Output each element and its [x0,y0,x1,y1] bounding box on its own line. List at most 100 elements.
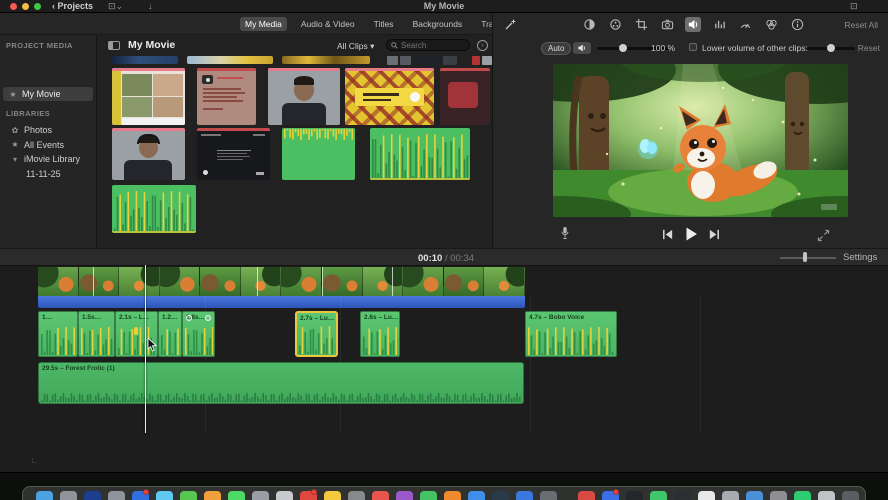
ducking-slider-knob[interactable] [827,44,835,52]
clip-settings-icon[interactable]: › [477,40,488,51]
dock-app-icon[interactable] [674,491,691,500]
audio-clip[interactable]: 2.7s – Lu… [295,311,338,357]
dock-app-icon[interactable] [348,491,365,500]
dock-app-icon[interactable] [204,491,221,500]
project-strip[interactable] [187,56,273,64]
window-action-icon[interactable]: ⊡ [850,1,858,12]
color-correction-icon[interactable] [607,17,623,32]
dock-app-icon[interactable] [84,491,101,500]
speed-icon[interactable] [737,17,753,32]
volume-icon[interactable] [685,17,701,32]
media-thumb-podcaster[interactable] [112,128,185,180]
search-input-box[interactable] [386,39,470,51]
mini-thumb[interactable] [413,56,441,65]
dock-app-icon[interactable] [396,491,413,500]
dock-app-icon[interactable] [492,491,509,500]
dock-app-icon[interactable] [540,491,557,500]
dock-app-icon[interactable] [516,491,533,500]
dock-app-icon[interactable] [698,491,715,500]
fade-handle[interactable] [205,315,211,321]
reset-all-button[interactable]: Reset All [844,20,878,30]
sidebar-item-my-movie[interactable]: ★ My Movie [3,87,93,101]
tab-my-media[interactable]: My Media [240,17,287,31]
dock-app-icon[interactable] [578,491,595,500]
timeline-zoom-slider[interactable] [780,257,836,259]
sidebar-item-11-11-25[interactable]: 11-11-25 [0,167,97,182]
audio-clip[interactable]: 1.2… [158,311,182,357]
media-thumb-collage[interactable] [112,68,185,125]
mini-thumb[interactable] [443,56,457,65]
chevron-down-icon[interactable]: ▾ [10,155,20,164]
fullscreen-icon[interactable] [817,229,830,242]
auto-volume-button[interactable]: Auto [541,42,572,55]
voiceover-record-button[interactable] [559,225,571,241]
media-thumb-document[interactable] [197,68,256,125]
mini-thumb[interactable] [387,56,398,65]
dock-app-icon[interactable] [794,491,811,500]
media-thumb-promo[interactable] [345,68,434,125]
audio-clip[interactable]: 1.5s… [78,311,115,357]
dock-app-icon[interactable] [842,491,859,500]
dock-app-icon[interactable] [746,491,763,500]
media-thumb-audio-3[interactable] [112,185,196,233]
dock-app-icon[interactable] [468,491,485,500]
color-balance-icon[interactable] [581,17,597,32]
media-thumb-partial[interactable] [440,68,490,125]
dock-app-icon[interactable] [626,491,643,500]
audio-clip[interactable]: 2.6s – Lu… [360,311,400,357]
media-thumb-presenter[interactable] [268,68,340,125]
sidebar-toggle-icon[interactable] [108,41,120,50]
dock-app-icon[interactable] [228,491,245,500]
mini-thumb[interactable] [472,56,480,65]
skip-forward-button[interactable] [708,228,721,241]
video-clip-filmstrip[interactable] [38,267,525,296]
video-audio-track[interactable] [38,296,525,308]
dock-app-icon[interactable] [180,491,197,500]
reset-button[interactable]: Reset [858,43,880,53]
play-button[interactable] [683,226,699,242]
tab-backgrounds[interactable]: Backgrounds [408,17,468,31]
dock-app-icon[interactable] [252,491,269,500]
dock-app-icon[interactable] [770,491,787,500]
project-strip[interactable] [282,56,370,64]
dock-app-icon[interactable] [156,491,173,500]
enhance-wand-icon[interactable] [503,18,517,32]
fade-handle[interactable] [186,315,192,321]
audio-clip[interactable]: 4.7s – Bobo Voice [525,311,617,357]
dock-app-icon[interactable] [420,491,437,500]
noise-eq-icon[interactable] [711,17,727,32]
dock-app-icon[interactable] [650,491,667,500]
dock-app-icon[interactable] [372,491,389,500]
sidebar-item-all-events[interactable]: ★ All Events [0,138,97,153]
search-input[interactable] [401,40,465,50]
dock-app-icon[interactable] [60,491,77,500]
mini-thumb[interactable] [482,56,492,65]
skip-back-button[interactable] [661,228,674,241]
tab-audio-video[interactable]: Audio & Video [296,17,360,31]
sidebar-item-imovie-library[interactable]: ▾ iMovie Library [0,152,97,167]
crop-icon[interactable] [633,17,649,32]
audio-clip[interactable]: 1… [38,311,78,357]
dock-app-icon[interactable] [722,491,739,500]
tab-titles[interactable]: Titles [369,17,399,31]
mini-thumb[interactable] [400,56,411,65]
dock-app-icon[interactable] [818,491,835,500]
lower-volume-checkbox[interactable] [689,43,697,51]
project-strip[interactable] [112,56,178,64]
dock-app-icon[interactable] [108,491,125,500]
stabilization-icon[interactable] [659,17,675,32]
timeline-settings-button[interactable]: Settings [843,252,877,263]
dock-app-icon[interactable] [276,491,293,500]
background-music-clip[interactable]: 29.5s – Forest Frolic (1) [38,362,524,404]
clip-filter-effects-icon[interactable] [763,17,779,32]
media-thumb-audio-1[interactable] [282,128,355,180]
timeline-zoom-knob[interactable] [803,252,807,262]
volume-slider-knob[interactable] [619,44,627,52]
mute-button[interactable] [573,42,591,54]
audio-clip[interactable]: 1.8s… [182,311,215,357]
media-thumb-screen-recording[interactable] [197,128,270,180]
clip-filter-dropdown[interactable]: All Clips ▾ [337,41,374,52]
sidebar-item-photos[interactable]: ✿ Photos [0,123,97,138]
dock-app-icon[interactable] [36,491,53,500]
clip-info-icon[interactable] [789,17,805,32]
